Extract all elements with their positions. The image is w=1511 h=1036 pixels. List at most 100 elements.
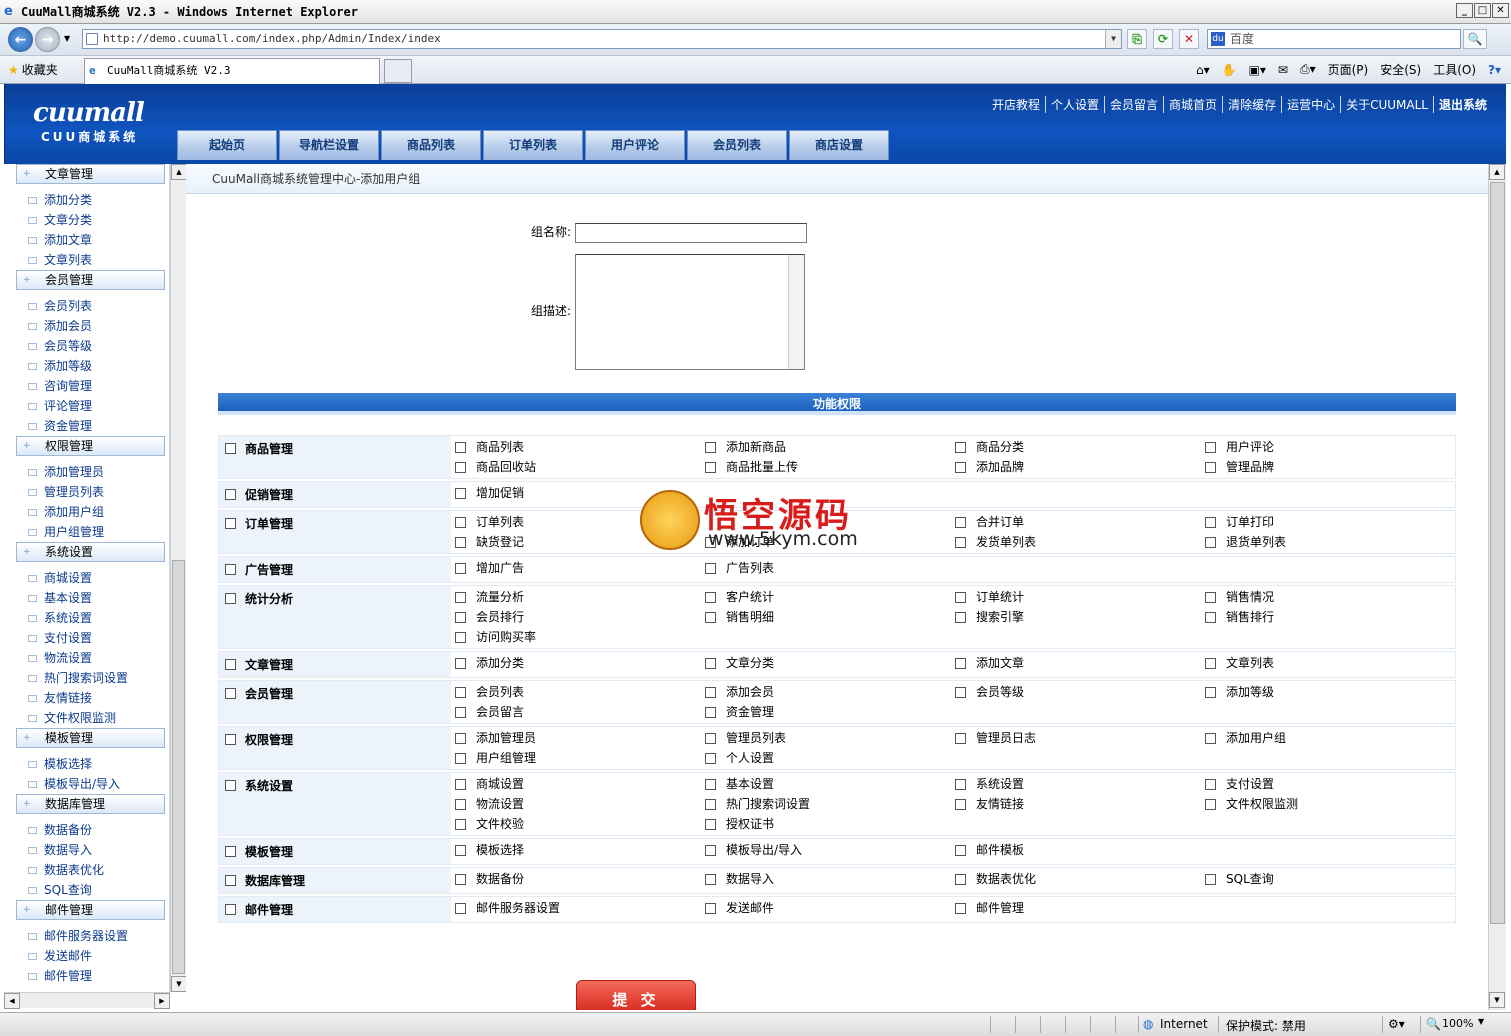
permission-checkbox[interactable]	[1205, 591, 1216, 603]
sidebar-item[interactable]: 数据导入	[4, 840, 169, 860]
sidebar-item[interactable]: 商城设置	[4, 568, 169, 588]
permission-checkbox[interactable]	[955, 591, 966, 603]
category-checkbox[interactable]	[225, 734, 236, 745]
permission-checkbox[interactable]	[955, 611, 966, 623]
permission-checkbox[interactable]	[705, 657, 716, 669]
site-logo[interactable]: cuumall CUU商城系统	[33, 98, 145, 145]
permission-checkbox[interactable]	[455, 611, 466, 623]
security-icon[interactable]: ⚙▾	[1388, 1017, 1405, 1031]
category-checkbox[interactable]	[225, 846, 236, 857]
textarea-scrollbar[interactable]	[788, 255, 804, 369]
link-about[interactable]: 关于CUUMALL	[1340, 96, 1433, 113]
nav-tab-reviews[interactable]: 用户评论	[585, 130, 685, 160]
permission-checkbox[interactable]	[455, 752, 466, 764]
permission-checkbox[interactable]	[955, 461, 966, 473]
scroll-down-icon[interactable]: ▼	[171, 976, 187, 992]
forward-button[interactable]: →	[35, 27, 60, 52]
sidebar-item[interactable]: 添加用户组	[4, 502, 169, 522]
print-icon[interactable]: ⎙▾	[1300, 62, 1316, 77]
category-checkbox[interactable]	[225, 904, 236, 915]
permission-checkbox[interactable]	[705, 611, 716, 623]
sidebar-item[interactable]: 数据备份	[4, 820, 169, 840]
sidebar-item[interactable]: SQL查询	[4, 880, 169, 900]
permission-checkbox[interactable]	[955, 798, 966, 810]
permission-checkbox[interactable]	[705, 591, 716, 603]
sidebar-item[interactable]: 文章分类	[4, 210, 169, 230]
maximize-button[interactable]: □	[1474, 3, 1491, 18]
sidebar-item[interactable]: 会员列表	[4, 296, 169, 316]
hand-icon[interactable]: ✋	[1222, 63, 1237, 77]
menu-tools[interactable]: 工具(O)	[1433, 61, 1476, 78]
sidebar-group-header[interactable]: 权限管理	[16, 436, 165, 456]
permission-checkbox[interactable]	[1205, 611, 1216, 623]
link-logout[interactable]: 退出系统	[1432, 96, 1492, 113]
permission-checkbox[interactable]	[455, 461, 466, 473]
browser-tab[interactable]: e CuuMall商城系统 V2.3	[84, 58, 380, 84]
permission-checkbox[interactable]	[1205, 536, 1216, 548]
sidebar-item[interactable]: 邮件服务器设置	[4, 926, 169, 946]
sidebar-item[interactable]: 物流设置	[4, 648, 169, 668]
sidebar-group-header[interactable]: 数据库管理	[16, 794, 165, 814]
permission-checkbox[interactable]	[705, 902, 716, 914]
permission-checkbox[interactable]	[955, 441, 966, 453]
help-icon[interactable]: ?▾	[1488, 63, 1501, 77]
sidebar-item[interactable]: 咨询管理	[4, 376, 169, 396]
permission-checkbox[interactable]	[1205, 732, 1216, 744]
permission-checkbox[interactable]	[455, 516, 466, 528]
permission-checkbox[interactable]	[455, 778, 466, 790]
back-button[interactable]: ←	[8, 27, 33, 52]
permission-checkbox[interactable]	[955, 657, 966, 669]
home-icon[interactable]: ⌂▾	[1196, 63, 1210, 77]
permission-checkbox[interactable]	[1205, 798, 1216, 810]
scroll-up-icon[interactable]: ▲	[171, 164, 187, 180]
permission-checkbox[interactable]	[705, 706, 716, 718]
favorites-button[interactable]: ★ 收藏夹	[8, 61, 58, 78]
permission-checkbox[interactable]	[455, 631, 466, 643]
nav-tab-store-settings[interactable]: 商店设置	[789, 130, 889, 160]
sidebar-group-header[interactable]: 邮件管理	[16, 900, 165, 920]
permission-checkbox[interactable]	[705, 752, 716, 764]
permission-checkbox[interactable]	[455, 798, 466, 810]
permission-checkbox[interactable]	[1205, 873, 1216, 885]
permission-checkbox[interactable]	[955, 778, 966, 790]
permission-checkbox[interactable]	[1205, 461, 1216, 473]
permission-checkbox[interactable]	[1205, 778, 1216, 790]
permission-checkbox[interactable]	[955, 844, 966, 856]
permission-checkbox[interactable]	[455, 441, 466, 453]
feeds-icon[interactable]: ▣▾	[1249, 63, 1266, 77]
sidebar-group-header[interactable]: 会员管理	[16, 270, 165, 290]
permission-checkbox[interactable]	[455, 818, 466, 830]
mail-icon[interactable]: ✉	[1278, 63, 1288, 77]
stop-icon[interactable]: ✕	[1179, 29, 1199, 49]
menu-safety[interactable]: 安全(S)	[1380, 61, 1421, 78]
submit-button[interactable]: 提 交	[576, 980, 696, 1010]
link-shop-tutorial[interactable]: 开店教程	[987, 96, 1045, 113]
sidebar-item[interactable]: 文章列表	[4, 250, 169, 270]
link-operations-center[interactable]: 运营中心	[1281, 96, 1340, 113]
link-member-messages[interactable]: 会员留言	[1104, 96, 1163, 113]
permission-checkbox[interactable]	[955, 516, 966, 528]
compat-view-icon[interactable]: ⎘	[1127, 29, 1147, 49]
category-checkbox[interactable]	[225, 443, 236, 454]
category-checkbox[interactable]	[225, 688, 236, 699]
permission-checkbox[interactable]	[1205, 686, 1216, 698]
permission-checkbox[interactable]	[455, 873, 466, 885]
permission-checkbox[interactable]	[705, 778, 716, 790]
permission-checkbox[interactable]	[455, 591, 466, 603]
permission-checkbox[interactable]	[455, 657, 466, 669]
permission-checkbox[interactable]	[455, 732, 466, 744]
zoom-dropdown-icon[interactable]: ▼	[1478, 1017, 1484, 1026]
permission-checkbox[interactable]	[455, 844, 466, 856]
scroll-left-icon[interactable]: ◀	[4, 993, 20, 1009]
permission-checkbox[interactable]	[705, 441, 716, 453]
sidebar-hscrollbar[interactable]: ◀ ▶	[4, 992, 170, 1009]
nav-tab-products[interactable]: 商品列表	[381, 130, 481, 160]
permission-checkbox[interactable]	[955, 732, 966, 744]
permission-checkbox[interactable]	[955, 686, 966, 698]
scroll-down-icon[interactable]: ▼	[1489, 992, 1505, 1008]
category-checkbox[interactable]	[225, 489, 236, 500]
nav-tab-orders[interactable]: 订单列表	[483, 130, 583, 160]
sidebar-item[interactable]: 系统设置	[4, 608, 169, 628]
permission-checkbox[interactable]	[705, 818, 716, 830]
menu-page[interactable]: 页面(P)	[1328, 61, 1369, 78]
